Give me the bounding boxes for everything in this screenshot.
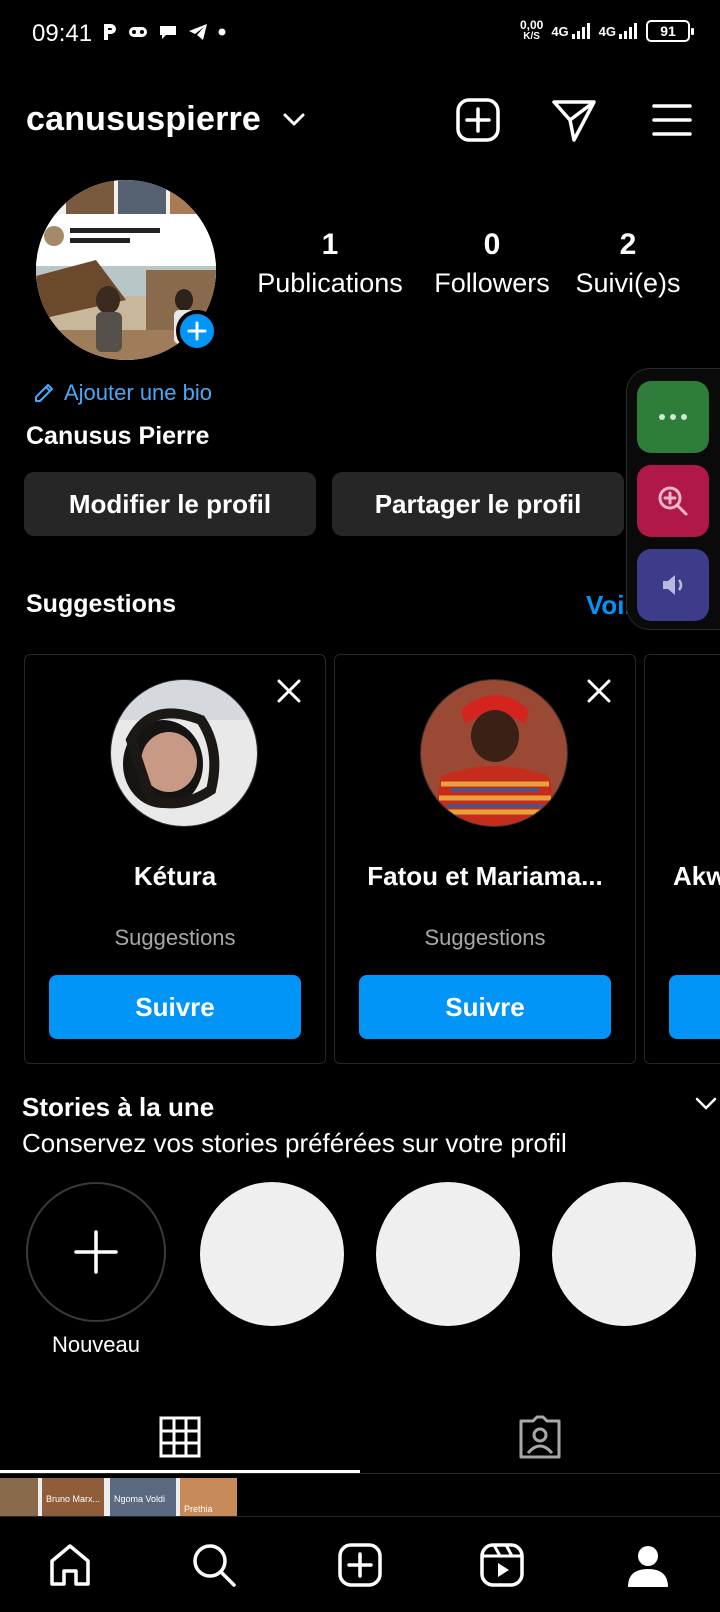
direct-message-icon[interactable] [550, 96, 598, 144]
audio-button[interactable] [637, 549, 709, 621]
post-thumb-label: Ngoma Voldi [114, 1494, 165, 1504]
suggestion-card[interactable]: Akw [644, 654, 720, 1064]
profile-icon[interactable] [622, 1539, 674, 1591]
profile-avatar[interactable] [36, 180, 218, 360]
pencil-icon [32, 381, 56, 405]
stat-value: 1 [321, 228, 339, 261]
chat-bubble-icon [158, 23, 178, 41]
share-profile-button[interactable]: Partager le profil [332, 472, 624, 536]
suggestion-avatar[interactable] [110, 679, 258, 827]
tab-divider [0, 1473, 720, 1474]
new-highlight-button[interactable] [26, 1182, 166, 1322]
dismiss-icon[interactable] [585, 677, 613, 705]
more-options-button[interactable] [637, 381, 709, 453]
stat-label: Suivi(e)s [575, 268, 681, 298]
add-bio-link[interactable]: Ajouter une bio [32, 380, 212, 406]
more-dots-icon [659, 414, 687, 420]
edit-profile-button[interactable]: Modifier le profil [24, 472, 316, 536]
follow-button[interactable]: Suivre [359, 975, 611, 1039]
parking-icon [102, 22, 118, 42]
follow-button[interactable]: Suivre [49, 975, 301, 1039]
stat-value: 0 [483, 228, 501, 261]
bottom-navigation [0, 1516, 720, 1612]
username-switcher[interactable]: canususpierre [26, 100, 261, 139]
floating-tools-panel [626, 368, 720, 630]
full-name: Canusus Pierre [26, 422, 210, 450]
suggestion-card[interactable]: Kétura Suggestions Suivre [24, 654, 326, 1064]
stat-label: Publications [257, 268, 403, 298]
suggestion-avatar[interactable] [420, 679, 568, 827]
home-icon[interactable] [44, 1539, 96, 1591]
new-highlight-label: Nouveau [51, 1332, 141, 1357]
tagged-person-icon [519, 1415, 561, 1459]
game-controller-icon [128, 25, 148, 39]
create-post-icon[interactable] [454, 96, 502, 144]
profile-header: canususpierre [0, 88, 720, 152]
post-thumbnail[interactable]: Bruno Marx... Ngoma Voldi Prethia [0, 1478, 237, 1516]
stat-publications[interactable]: 1 Publications [250, 228, 410, 299]
telegram-icon [188, 23, 208, 41]
plus-icon [74, 1230, 118, 1274]
suggestion-subtitle: Suggestions [114, 925, 236, 950]
suggestion-name: Akw [673, 861, 720, 891]
battery-indicator: 91 [646, 20, 694, 42]
suggestion-name: Kétura [133, 861, 217, 891]
highlight-placeholder [200, 1182, 344, 1326]
plus-icon [187, 321, 207, 341]
status-time: 09:41 [32, 20, 93, 47]
chevron-down-icon[interactable] [694, 1096, 718, 1112]
highlight-placeholder [376, 1182, 520, 1326]
signal-bars-icon [619, 23, 637, 39]
tab-tagged[interactable] [360, 1400, 720, 1474]
speaker-icon [663, 575, 683, 595]
highlights-subtitle: Conservez vos stories préférées sur votr… [22, 1128, 567, 1158]
menu-icon[interactable] [648, 96, 696, 144]
add-story-button[interactable] [176, 310, 218, 352]
stat-following[interactable]: 2 Suivi(e)s [570, 228, 686, 299]
network-speed: 0,00 K/S [519, 18, 544, 42]
reels-icon[interactable] [476, 1539, 528, 1591]
create-icon[interactable] [334, 1539, 386, 1591]
suggestions-title: Suggestions [26, 590, 177, 618]
chevron-down-icon[interactable] [282, 112, 306, 128]
post-thumb-label: Prethia [184, 1504, 213, 1514]
zoom-button[interactable] [637, 465, 709, 537]
tab-posts-grid[interactable] [0, 1400, 360, 1474]
stat-label: Followers [434, 268, 550, 298]
add-bio-label: Ajouter une bio [64, 380, 212, 405]
status-bar: 09:41 0,00 K/S 4G 4G 91 [0, 0, 720, 72]
highlights-title: Stories à la une [22, 1092, 215, 1122]
suggestion-card[interactable]: Fatou et Mariama... Suggestions Suivre [334, 654, 636, 1064]
suggestion-name: Fatou et Mariama... [367, 861, 603, 891]
dot-icon [218, 28, 226, 36]
signal-1: 4G [551, 22, 590, 40]
signal-2: 4G [599, 22, 638, 40]
follow-button[interactable] [669, 975, 720, 1039]
signal-bars-icon [571, 23, 590, 39]
suggestion-subtitle: Suggestions [424, 925, 546, 950]
grid-icon [159, 1416, 201, 1458]
stat-value: 2 [619, 228, 637, 261]
dismiss-icon[interactable] [275, 677, 303, 705]
stat-followers[interactable]: 0 Followers [424, 228, 560, 299]
zoom-in-icon [658, 486, 688, 516]
notification-icons [102, 22, 226, 42]
post-thumb-label: Bruno Marx... [46, 1494, 100, 1504]
search-icon[interactable] [188, 1539, 240, 1591]
highlight-placeholder [552, 1182, 696, 1326]
